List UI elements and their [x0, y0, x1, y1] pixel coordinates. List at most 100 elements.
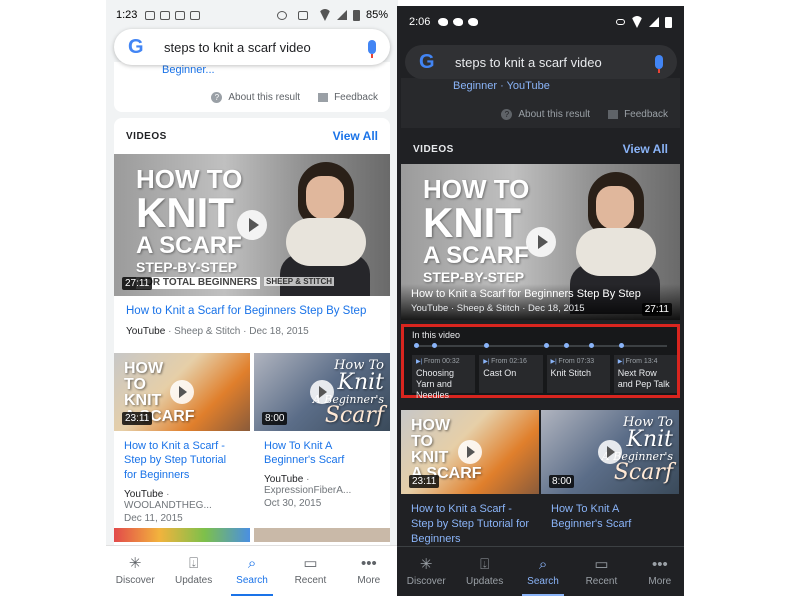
status-time: 1:23 — [116, 9, 138, 21]
photo-icon — [160, 10, 171, 20]
link-icon — [616, 19, 625, 25]
search-query[interactable]: steps to knit a scarf video — [455, 55, 655, 70]
previous-result-link[interactable]: Beginner... — [162, 64, 215, 76]
presenter-image — [280, 162, 370, 296]
recent-icon: ▭ — [594, 555, 609, 573]
nav-discover[interactable]: ✳ Discover — [106, 546, 164, 596]
main-video-thumbnail[interactable]: HOW TO KNIT A SCARF STEP-BY-STEP How to … — [401, 164, 680, 320]
chapter-timestamp: From 02:16 — [483, 358, 538, 365]
video-thumbnail[interactable]: HOW TO KNIT A SCARF 23:11 — [114, 352, 250, 431]
previous-result-link[interactable]: Beginner · YouTube — [453, 80, 550, 92]
chapter-item[interactable]: From 13:4 Next Row and Pep Talk — [613, 355, 677, 393]
bottom-navigation: ✳ Discover ⍗ Updates ⌕ Search ▭ Recent •… — [106, 545, 398, 596]
play-icon[interactable] — [310, 379, 334, 404]
video-title[interactable]: How To Knit A Beginner's Scarf — [551, 502, 669, 532]
video-duration: 23:11 — [122, 411, 153, 425]
videos-header: VIDEOS — [413, 143, 454, 155]
nav-label: More — [648, 575, 672, 587]
nav-updates[interactable]: ⍗ Updates — [455, 547, 513, 596]
main-video-title[interactable]: How to Knit a Scarf for Beginners Step B… — [411, 288, 641, 300]
play-icon[interactable] — [598, 440, 622, 464]
video-title[interactable]: How To Knit A Beginner's Scarf — [264, 439, 380, 469]
nav-label: Recent — [294, 575, 327, 586]
main-video-title[interactable]: How to Knit a Scarf for Beginners Step B… — [126, 304, 378, 320]
nav-updates[interactable]: ⍗ Updates — [164, 546, 222, 596]
feedback-link[interactable]: Feedback — [334, 92, 378, 103]
play-icon[interactable] — [525, 227, 556, 257]
nav-label: Discover — [115, 575, 155, 586]
video-duration: 23:11 — [409, 475, 440, 488]
video-result-right[interactable]: How To Knit A Beginner's Scarf 8:00 How … — [254, 352, 390, 533]
news-icon — [175, 10, 186, 20]
nav-more[interactable]: ••• More — [631, 547, 684, 596]
nav-label: Updates — [174, 575, 213, 586]
more-icon: ••• — [360, 555, 377, 572]
more-icon: ••• — [651, 555, 668, 573]
play-icon[interactable] — [237, 210, 267, 240]
twitter-icon — [468, 18, 479, 26]
alarm-icon — [276, 10, 287, 20]
chapter-timeline[interactable] — [414, 343, 667, 348]
microphone-icon[interactable] — [655, 55, 663, 73]
google-logo-icon: G — [419, 50, 435, 73]
video-result-right[interactable]: How To Knit A Beginner's Scarf 8:00 How … — [541, 410, 679, 555]
video-thumbnail[interactable]: HOW TO KNIT A SCARF 23:11 — [401, 410, 539, 494]
signal-icon — [649, 17, 659, 27]
view-all-link[interactable]: View All — [333, 129, 378, 143]
microphone-icon[interactable] — [368, 40, 376, 58]
nav-more[interactable]: ••• More — [340, 546, 398, 596]
video-duration: 27:11 — [641, 303, 672, 316]
search-query[interactable]: steps to knit a scarf video — [164, 40, 368, 55]
about-this-result-link[interactable]: About this result — [518, 109, 590, 120]
chapter-item[interactable]: From 07:33 Knit Stitch — [546, 355, 610, 393]
video-pair: HOW TO KNIT A SCARF 23:11 How to Knit a … — [401, 410, 680, 555]
discover-icon: ✳ — [419, 555, 433, 573]
status-bar: 1:23 85% — [106, 0, 398, 30]
previous-result-card: Beginner... ? About this result Feedback — [114, 62, 390, 112]
video-result-left[interactable]: HOW TO KNIT A SCARF 23:11 How to Knit a … — [401, 410, 539, 555]
message-icon — [145, 10, 156, 20]
chapter-item[interactable]: From 00:32 Choosing Yarn and Needles — [412, 355, 476, 400]
feedback-link[interactable]: Feedback — [624, 109, 668, 120]
battery-icon — [665, 16, 672, 28]
video-title[interactable]: How to Knit a Scarf - Step by Step Tutor… — [411, 502, 529, 547]
recent-icon: ▭ — [303, 555, 318, 572]
search-bar[interactable]: G steps to knit a scarf video — [114, 29, 390, 65]
videos-card: VIDEOS View All HOW TO KNIT A SCARF STEP… — [114, 118, 390, 548]
videos-card: VIDEOS View All HOW TO KNIT A SCARF STEP… — [401, 134, 680, 554]
comparison-canvas: 1:23 85% G steps to knit a scarf video B… — [0, 0, 788, 600]
nav-discover[interactable]: ✳ Discover — [397, 547, 455, 596]
view-all-link[interactable]: View All — [623, 142, 668, 156]
nav-label: More — [357, 575, 381, 586]
nav-search[interactable]: ⌕ Search — [223, 546, 281, 596]
main-video-thumbnail[interactable]: HOW TO KNIT A SCARF STEP-BY-STEP FOR TOT… — [114, 154, 390, 296]
nav-search[interactable]: ⌕ Search — [514, 547, 572, 596]
in-this-video-panel: In this video From 00:32 Choosing Yarn a… — [401, 324, 680, 400]
updates-icon: ⍗ — [189, 555, 199, 572]
play-icon[interactable] — [458, 440, 482, 464]
feedback-icon — [608, 110, 619, 119]
video-result-left[interactable]: HOW TO KNIT A SCARF 23:11 How to Knit a … — [114, 352, 250, 533]
video-duration: 8:00 — [262, 411, 288, 425]
video-meta: YouTube · WOOLANDTHEG... Dec 11, 2015 — [124, 489, 212, 525]
about-this-result-link[interactable]: About this result — [228, 92, 300, 103]
play-icon[interactable] — [170, 379, 194, 404]
in-this-video-label: In this video — [412, 330, 461, 340]
battery-percent: 85% — [365, 9, 388, 21]
nav-recent[interactable]: ▭ Recent — [281, 546, 339, 596]
video-pair: HOW TO KNIT A SCARF 23:11 How to Knit a … — [114, 352, 390, 533]
video-title[interactable]: How to Knit a Scarf - Step by Step Tutor… — [124, 439, 240, 484]
search-icon: ⌕ — [538, 555, 548, 573]
main-video-meta: YouTube · Sheep & Stitch · Dec 18, 2015 — [126, 325, 309, 337]
main-video-result[interactable]: HOW TO KNIT A SCARF STEP-BY-STEP How to … — [401, 164, 680, 320]
nav-recent[interactable]: ▭ Recent — [572, 547, 630, 596]
chapter-timestamp: From 13:4 — [618, 358, 673, 365]
signal-icon — [336, 10, 347, 20]
chapter-item[interactable]: From 02:16 Cast On — [479, 355, 543, 393]
video-thumbnail[interactable]: How To Knit A Beginner's Scarf 8:00 — [541, 410, 679, 494]
nav-label: Recent — [585, 575, 618, 587]
feedback-icon — [318, 93, 329, 102]
search-bar[interactable]: G steps to knit a scarf video — [405, 45, 677, 79]
chapter-title: Knit Stitch — [550, 368, 592, 378]
video-thumbnail[interactable]: How To Knit A Beginner's Scarf 8:00 — [254, 352, 390, 431]
